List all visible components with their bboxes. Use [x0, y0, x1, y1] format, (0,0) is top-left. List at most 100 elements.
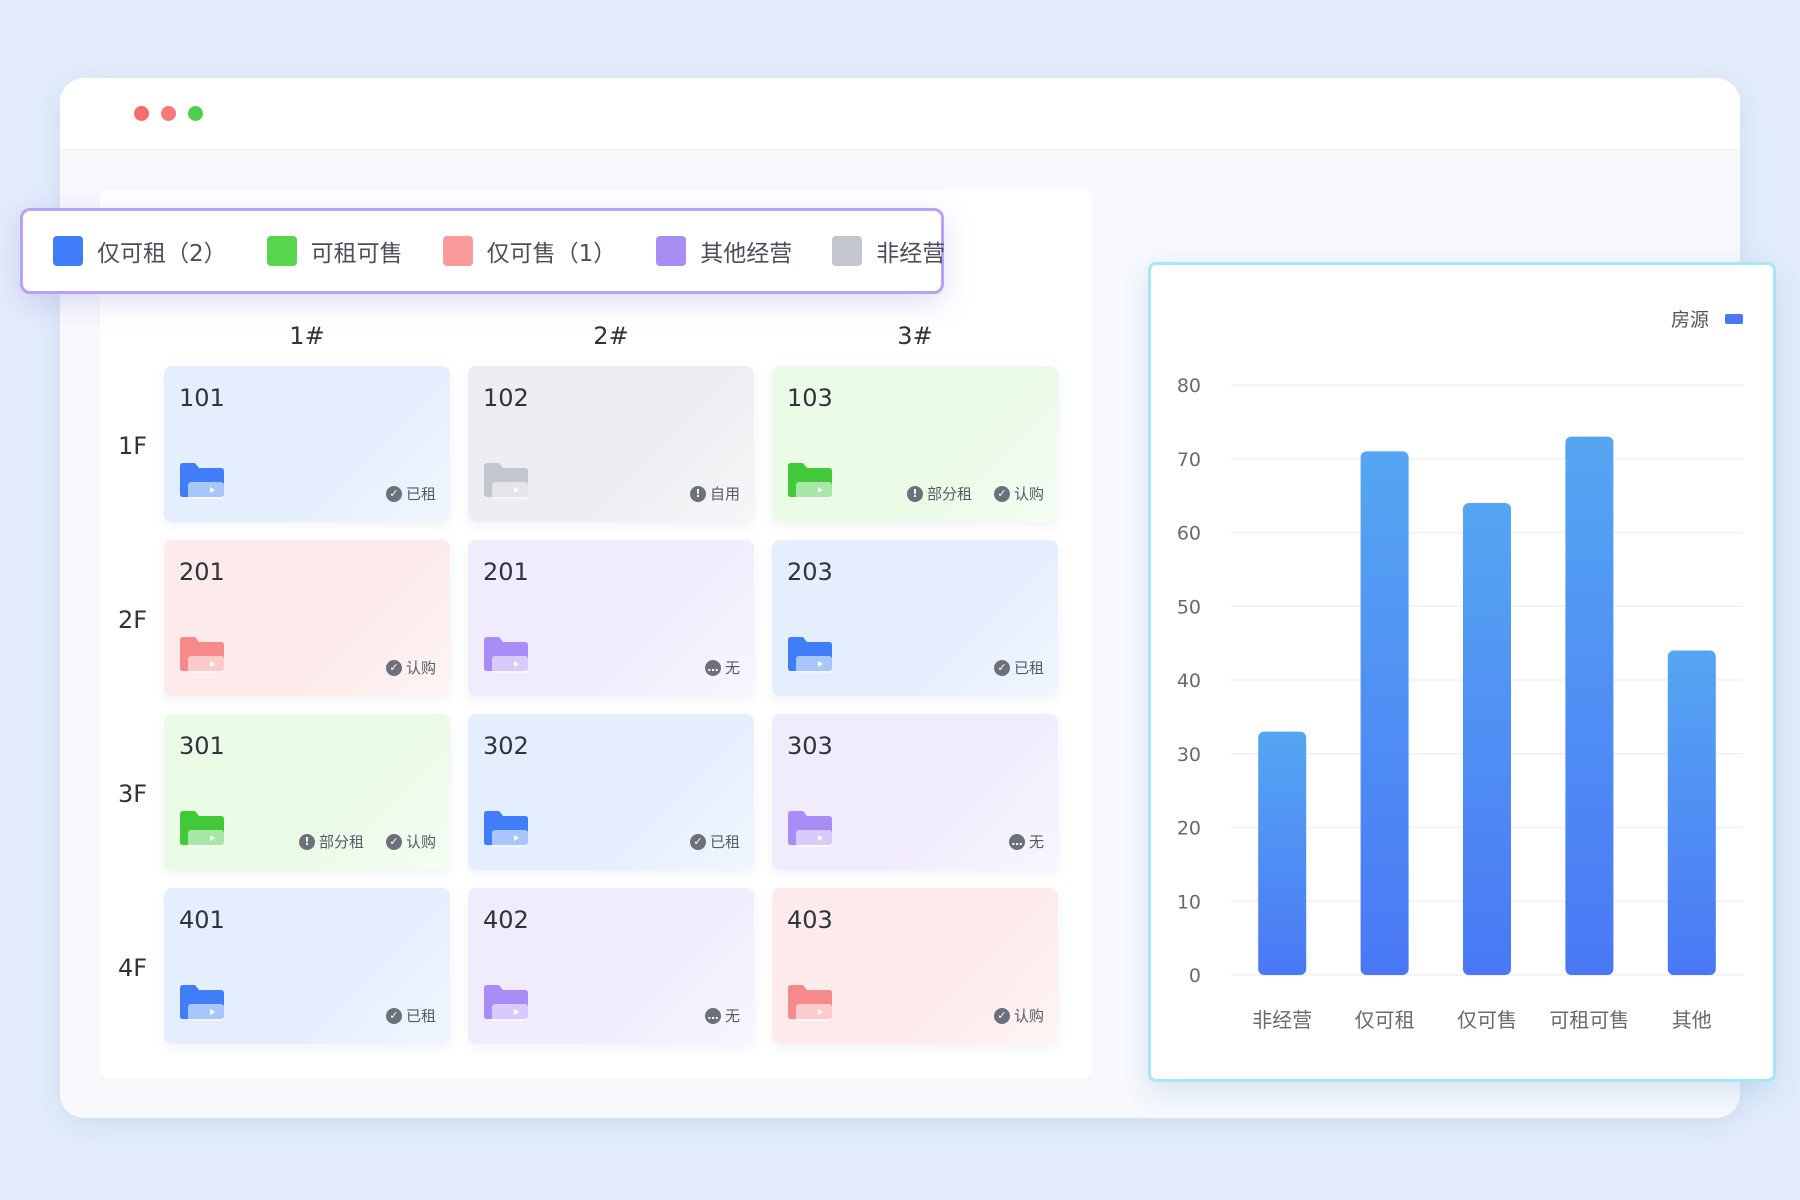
folder-icon — [484, 985, 528, 1021]
room-number: 303 — [787, 732, 833, 760]
legend-item[interactable]: 可租可售 — [266, 234, 403, 268]
room-number: 402 — [483, 906, 529, 934]
bar[interactable] — [1667, 650, 1716, 976]
room-tags: ✓ 已租 — [993, 657, 1044, 678]
room-tag: … 无 — [704, 657, 740, 678]
folder-icon — [788, 463, 832, 499]
room-number: 301 — [179, 732, 225, 760]
x-tick-label: 仅可售 — [1457, 1008, 1517, 1032]
room-tag-label: 部分租 — [926, 485, 972, 503]
y-tick-label: 50 — [1177, 596, 1201, 618]
room-tag-label: 已租 — [709, 833, 740, 851]
room-card[interactable]: 403 ✓ 认购 — [772, 888, 1058, 1044]
room-card[interactable]: 101 ✓ 已租 — [164, 366, 450, 522]
room-number: 101 — [179, 384, 225, 412]
y-tick-label: 40 — [1177, 670, 1201, 692]
folder-icon-wrap — [178, 460, 226, 500]
folder-icon-wrap — [786, 982, 834, 1022]
legend-swatch — [656, 236, 687, 266]
folder-icon-wrap — [178, 982, 226, 1022]
x-tick-label: 可租可售 — [1549, 1008, 1629, 1032]
room-tag-label: 无 — [1028, 833, 1044, 851]
column-header: 3# — [897, 322, 933, 350]
legend-item[interactable]: 仅可售（1） — [442, 234, 617, 268]
row-header: 4F — [118, 954, 148, 982]
folder-icon — [484, 637, 528, 673]
check-icon: ✓ — [385, 659, 402, 676]
room-tags: … 无 — [704, 657, 740, 678]
check-icon: ✓ — [385, 485, 402, 502]
folder-icon — [484, 463, 528, 499]
folder-icon — [788, 985, 832, 1021]
maximize-dot[interactable] — [188, 106, 203, 121]
room-tag-label: 已租 — [405, 485, 436, 503]
room-card[interactable]: 201 … 无 — [468, 540, 754, 696]
room-card[interactable]: 203 ✓ 已租 — [772, 540, 1058, 696]
more-icon: … — [704, 1007, 721, 1024]
folder-icon — [788, 637, 832, 673]
legend-swatch — [832, 236, 863, 266]
bar[interactable] — [1463, 503, 1511, 975]
room-tag-label: 已租 — [405, 1007, 436, 1025]
check-icon: ✓ — [385, 833, 402, 850]
folder-icon-wrap — [482, 460, 530, 500]
room-tag-label: 已租 — [1013, 659, 1044, 677]
room-tag: ! 自用 — [689, 483, 740, 504]
room-card[interactable]: 201 ✓ 认购 — [164, 540, 450, 696]
room-number: 203 — [787, 558, 833, 586]
room-card[interactable]: 303 … 无 — [772, 714, 1058, 870]
room-card[interactable]: 402 … 无 — [468, 888, 754, 1044]
legend-label: 仅可售（1） — [486, 241, 617, 267]
room-tags: ✓ 认购 — [385, 657, 436, 678]
folder-icon — [180, 463, 224, 499]
room-card[interactable]: 103! 部分租 ✓ 认购 — [772, 366, 1058, 522]
room-tags: ✓ 认购 — [993, 1005, 1044, 1026]
check-icon: ✓ — [993, 659, 1010, 676]
room-tags: ! 自用 — [689, 483, 740, 504]
minimize-dot[interactable] — [161, 106, 176, 121]
legend-swatch — [266, 236, 297, 266]
room-tag: ✓ 认购 — [385, 657, 436, 678]
legend-swatch — [53, 236, 83, 266]
room-tag: … 无 — [1008, 831, 1044, 852]
room-tag-label: 认购 — [1013, 485, 1044, 503]
room-tags: … 无 — [1008, 831, 1044, 852]
room-card[interactable]: 302 ✓ 已租 — [468, 714, 754, 870]
room-tags: ✓ 已租 — [385, 1005, 436, 1026]
close-dot[interactable] — [134, 106, 149, 121]
x-tick-label: 其他 — [1672, 1008, 1712, 1032]
folder-icon-wrap — [178, 808, 226, 848]
alert-icon: ! — [298, 833, 315, 850]
y-tick-label: 60 — [1177, 523, 1201, 545]
check-icon: ✓ — [385, 1007, 402, 1024]
alert-icon: ! — [906, 485, 923, 502]
y-tick-label: 30 — [1177, 744, 1201, 766]
room-tag-label: 无 — [724, 659, 740, 677]
legend-label: 仅可租（2） — [97, 241, 227, 267]
room-tag-label: 认购 — [1013, 1007, 1044, 1025]
bar-chart: 0 10 20 30 40 50 60 70 80 非经营 仅可租 仅可售 可租可售 其他 — [1177, 375, 1743, 1032]
legend-item[interactable]: 仅可租（2） — [53, 234, 227, 268]
room-card[interactable]: 301! 部分租 ✓ 认购 — [164, 714, 450, 870]
row-header: 3F — [118, 780, 148, 808]
room-card[interactable]: 401 ✓ 已租 — [164, 888, 450, 1044]
legend-item[interactable]: 非经营 — [832, 234, 945, 268]
room-tags: ! 部分租 ✓ 认购 — [298, 831, 436, 852]
bar[interactable] — [1360, 451, 1409, 975]
room-card[interactable]: 102! 自用 — [468, 366, 754, 522]
legend-swatch — [442, 236, 473, 266]
room-number: 103 — [787, 384, 833, 412]
legend-item[interactable]: 其他经营 — [656, 234, 792, 268]
row-header: 1F — [118, 432, 148, 460]
alert-icon: ! — [689, 485, 706, 502]
folder-icon-wrap — [786, 634, 834, 674]
bar[interactable] — [1565, 436, 1614, 975]
row-header: 2F — [118, 606, 148, 634]
legend-label: 可租可售 — [310, 241, 403, 267]
room-tags: ✓ 已租 — [689, 831, 740, 852]
room-tag-label: 认购 — [405, 659, 436, 677]
room-tags: ✓ 已租 — [385, 483, 436, 504]
bar[interactable] — [1258, 731, 1307, 975]
room-tag-label: 部分租 — [318, 833, 364, 851]
folder-icon — [180, 637, 224, 673]
